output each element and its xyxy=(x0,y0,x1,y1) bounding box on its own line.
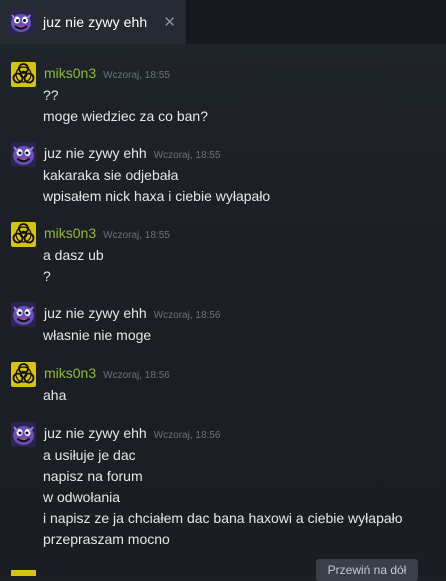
message-text: a usiłuje je dac xyxy=(43,447,136,463)
biohazard-avatar-icon[interactable] xyxy=(11,362,36,387)
timestamp: Wczoraj, 18:56 xyxy=(153,310,221,321)
timestamp: Wczoraj, 18:55 xyxy=(153,150,221,161)
timestamp: Wczoraj, 18:55 xyxy=(103,230,170,241)
message-text: własnie nie moge xyxy=(43,327,152,343)
author-name[interactable]: miks0n3 xyxy=(44,65,96,81)
message-header: juz nie zywy ehh Wczoraj, 18:55 xyxy=(44,145,220,161)
author-name[interactable]: juz nie zywy ehh xyxy=(44,425,147,441)
timestamp: Wczoraj, 18:56 xyxy=(153,430,221,441)
chat-log[interactable]: miks0n3 Wczoraj, 18:55?? moge wiedziec za … xyxy=(0,44,446,575)
scroll-to-bottom-button[interactable]: Przewiń na dół xyxy=(316,559,418,581)
tab-bar: juz nie zywy ehh ✕ xyxy=(0,0,446,44)
message-text: ? xyxy=(43,268,51,284)
chat-tab[interactable]: juz nie zywy ehh ✕ xyxy=(0,0,186,44)
message-header: miks0n3 Wczoraj, 18:55 xyxy=(44,225,170,241)
author-name[interactable]: miks0n3 xyxy=(44,365,96,381)
message-text: ?? xyxy=(43,87,59,103)
message-text: przepraszam mocno xyxy=(43,531,170,547)
tab-title: juz nie zywy ehh xyxy=(43,14,148,30)
message-header: juz nie zywy ehh Wczoraj, 18:56 xyxy=(44,425,220,441)
message-text: napisz na forum xyxy=(43,468,143,484)
message-text: moge wiedziec za co ban? xyxy=(43,108,208,124)
message-text: a dasz ub xyxy=(43,247,104,263)
message-text: i napisz ze ja chciałem dac bana haxowi … xyxy=(43,510,403,526)
purple-monster-avatar-icon[interactable] xyxy=(11,142,36,167)
biohazard-avatar-icon[interactable] xyxy=(11,222,36,247)
message-header: miks0n3 Wczoraj, 18:56 xyxy=(44,365,170,381)
message-text: wpisałem nick haxa i ciebie wyłapało xyxy=(43,188,271,204)
purple-monster-avatar-icon xyxy=(9,10,33,34)
author-name[interactable]: juz nie zywy ehh xyxy=(44,305,147,321)
message-text: kakaraka sie odjebała xyxy=(43,167,179,183)
message-text: aha xyxy=(43,387,67,403)
message-header: miks0n3 Wczoraj, 18:55 xyxy=(44,65,170,81)
biohazard-avatar-icon xyxy=(11,570,36,576)
timestamp: Wczoraj, 18:55 xyxy=(103,70,170,81)
biohazard-avatar-icon[interactable] xyxy=(11,62,36,87)
author-name[interactable]: juz nie zywy ehh xyxy=(44,145,147,161)
purple-monster-avatar-icon[interactable] xyxy=(11,422,36,447)
message-header: juz nie zywy ehh Wczoraj, 18:56 xyxy=(44,305,220,321)
author-name[interactable]: miks0n3 xyxy=(44,225,96,241)
message-text: w odwołania xyxy=(43,489,121,505)
close-icon[interactable]: ✕ xyxy=(163,13,176,31)
timestamp: Wczoraj, 18:56 xyxy=(103,370,170,381)
purple-monster-avatar-icon[interactable] xyxy=(11,302,36,327)
